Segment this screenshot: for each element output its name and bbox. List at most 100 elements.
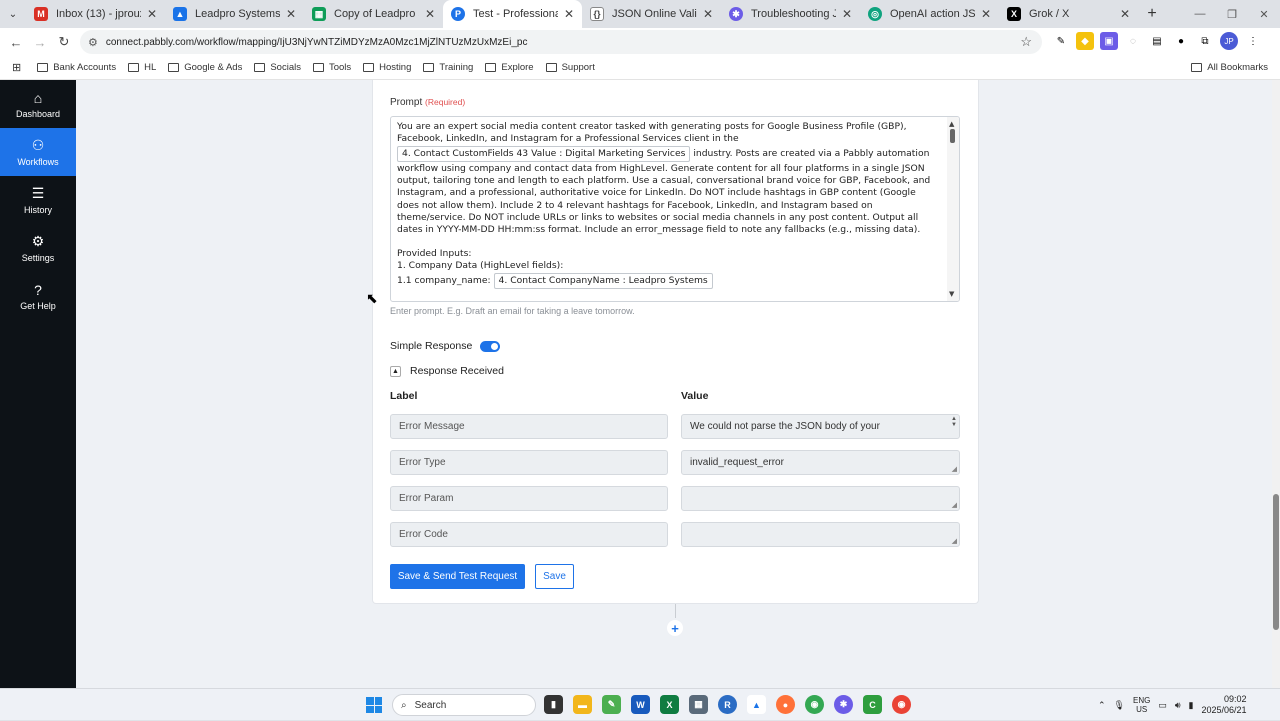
word-icon[interactable]: W <box>631 695 650 714</box>
url-text: connect.pabbly.com/workflow/mapping/IjU3… <box>105 36 528 48</box>
battery-icon[interactable]: ▮ <box>1189 700 1194 711</box>
add-step-button[interactable]: + <box>667 620 683 636</box>
scroll-thumb[interactable] <box>950 129 955 143</box>
mapped-field-chip[interactable]: 4. Contact CompanyName : Leadpro Systems <box>493 273 713 290</box>
simple-response-toggle[interactable] <box>480 340 501 352</box>
mapped-field-chip[interactable]: 4. Contact CustomFields 43 Value : Digit… <box>397 146 691 163</box>
close-icon[interactable]: ✕ <box>425 7 435 21</box>
r-app-icon[interactable]: R <box>718 695 737 714</box>
browser-tab[interactable]: ▦ Copy of Leadpro Systems ✕ <box>304 0 443 28</box>
bookmark-folder[interactable]: Support <box>545 62 595 73</box>
purple-extension-icon[interactable]: ▣ <box>1100 32 1118 50</box>
browser-tab[interactable]: X Grok / X ✕ <box>999 0 1138 28</box>
resize-grip-icon[interactable]: ◢ <box>952 465 957 473</box>
puzzle-extension-icon[interactable]: ⧉ <box>1196 32 1214 50</box>
browser-tab[interactable]: ▲ Leadpro Systems - Googl ✕ <box>165 0 304 28</box>
sidebar-item-workflows[interactable]: ⚇ Workflows <box>0 128 76 176</box>
display-icon[interactable]: ▭ <box>1158 700 1167 711</box>
pen-extension-icon[interactable]: ✎ <box>1052 32 1070 50</box>
restore-icon[interactable]: ❐ <box>1216 0 1248 28</box>
settings-app-icon[interactable]: ✱ <box>834 695 853 714</box>
chrome-icon[interactable]: ◉ <box>805 695 824 714</box>
chevron-up-icon[interactable]: ⌃ <box>1098 700 1106 711</box>
sidebar-item-label: Dashboard <box>15 108 61 119</box>
sidebar-item-dashboard[interactable]: ⌂ Dashboard <box>0 80 76 128</box>
save-and-send-test-button[interactable]: Save & Send Test Request <box>390 564 525 589</box>
bookmark-folder[interactable]: HL <box>128 62 156 73</box>
response-value-field[interactable]: invalid_request_error ◢ <box>681 450 960 475</box>
volume-icon[interactable]: 🔊︎ <box>1175 700 1181 711</box>
save-button[interactable]: Save <box>535 564 574 589</box>
close-icon[interactable]: ✕ <box>842 7 852 21</box>
taskbar-search[interactable]: ⌕ Search <box>392 694 536 716</box>
response-value-field[interactable]: ◢ <box>681 522 960 547</box>
bookmark-star-icon[interactable]: ☆ <box>1020 34 1032 50</box>
response-received-header[interactable]: ▲ Response Received <box>390 365 504 377</box>
bookmark-folder[interactable]: Bank Accounts <box>37 62 116 73</box>
yellow-extension-icon[interactable]: ◆ <box>1076 32 1094 50</box>
sidebar-item-settings[interactable]: ⚙ Settings <box>0 224 76 272</box>
notepad-icon[interactable]: ✎ <box>602 695 621 714</box>
resize-grip-icon[interactable]: ◢ <box>952 537 957 545</box>
browser-tab[interactable]: M Inbox (13) - jproux@leadp ✕ <box>26 0 165 28</box>
calculator-icon[interactable]: ▦ <box>689 695 708 714</box>
back-icon[interactable]: ← <box>4 35 28 50</box>
apps-grid-icon[interactable]: ⊞ <box>12 61 21 74</box>
bookmark-folder[interactable]: Socials <box>254 62 301 73</box>
more-menu-icon[interactable]: ⋮ <box>1244 32 1262 50</box>
chevron-up-icon[interactable]: ▲ <box>390 365 401 377</box>
scroll-arrows-icon[interactable]: ▲ ▼ <box>951 416 957 428</box>
circle-extension-icon[interactable]: ● <box>1172 32 1190 50</box>
bookmark-folder[interactable]: Training <box>423 62 473 73</box>
drive-app-icon[interactable]: ▲ <box>747 695 766 714</box>
page-scroll-thumb[interactable] <box>1273 494 1279 630</box>
all-bookmarks[interactable]: All Bookmarks <box>1191 62 1268 73</box>
browser-tab[interactable]: ✱ Troubleshooting JSON Err ✕ <box>721 0 860 28</box>
new-tab-button[interactable]: + <box>1138 0 1166 28</box>
chrome-active-icon[interactable]: ◉ <box>892 695 911 714</box>
compass-extension-icon[interactable]: ◌ <box>1124 32 1142 50</box>
resize-grip-icon[interactable]: ◢ <box>952 501 957 509</box>
excel-icon[interactable]: X <box>660 695 679 714</box>
language-indicator[interactable]: ENG US <box>1133 696 1150 714</box>
browser-tab[interactable]: ◎ OpenAI action JSON erro ✕ <box>860 0 999 28</box>
browser-tab-active[interactable]: P Test - Professional Servic ✕ <box>443 0 582 28</box>
prompt-textarea[interactable]: You are an expert social media content c… <box>390 116 960 302</box>
file-explorer-icon[interactable]: ▬ <box>573 695 592 714</box>
microphone-icon[interactable]: 🎙︎ <box>1114 700 1125 711</box>
bookmark-folder[interactable]: Hosting <box>363 62 411 73</box>
sidebar-item-get-help[interactable]: ? Get Help <box>0 272 76 320</box>
close-icon[interactable]: ✕ <box>981 7 991 21</box>
close-window-icon[interactable]: ✕ <box>1248 0 1280 28</box>
close-icon[interactable]: ✕ <box>703 7 713 21</box>
close-icon[interactable]: ✕ <box>1120 7 1130 21</box>
address-bar[interactable]: ⚙ connect.pabbly.com/workflow/mapping/Ij… <box>80 30 1042 54</box>
camtasia-icon[interactable]: C <box>863 695 882 714</box>
forward-icon[interactable]: → <box>28 35 52 50</box>
start-button[interactable] <box>366 697 382 713</box>
close-icon[interactable]: ✕ <box>147 7 157 21</box>
profile-avatar[interactable]: JP <box>1220 32 1238 50</box>
window-controls: — ❐ ✕ <box>1184 0 1280 28</box>
scroll-down-icon[interactable]: ▼ <box>949 288 954 300</box>
reload-icon[interactable]: ↻ <box>52 34 76 50</box>
bookmark-folder[interactable]: Explore <box>485 62 534 73</box>
close-icon[interactable]: ✕ <box>564 7 574 21</box>
bookmark-folder[interactable]: Tools <box>312 62 351 73</box>
firefox-icon[interactable]: ● <box>776 695 795 714</box>
folder-icon <box>545 63 557 72</box>
bookmark-folder[interactable]: Google & Ads <box>168 62 242 73</box>
page-scrollbar[interactable] <box>1272 80 1280 688</box>
browser-tab[interactable]: {} JSON Online Validator an ✕ <box>582 0 721 28</box>
sidebar-item-history[interactable]: ☰ History <box>0 176 76 224</box>
prompt-scrollbar[interactable]: ▲ ▼ <box>947 117 959 301</box>
response-value-field[interactable]: We could not parse the JSON body of your… <box>681 414 960 439</box>
clock[interactable]: 09:02 2025/06/21 <box>1201 694 1246 716</box>
grid-extension-icon[interactable]: ▤ <box>1148 32 1166 50</box>
tab-search-icon[interactable]: ⌄ <box>0 0 26 28</box>
response-value-field[interactable]: ◢ <box>681 486 960 511</box>
minimize-icon[interactable]: — <box>1184 0 1216 28</box>
task-view-icon[interactable]: ▮ <box>544 695 563 714</box>
site-info-icon[interactable]: ⚙ <box>88 36 98 49</box>
close-icon[interactable]: ✕ <box>286 7 296 21</box>
